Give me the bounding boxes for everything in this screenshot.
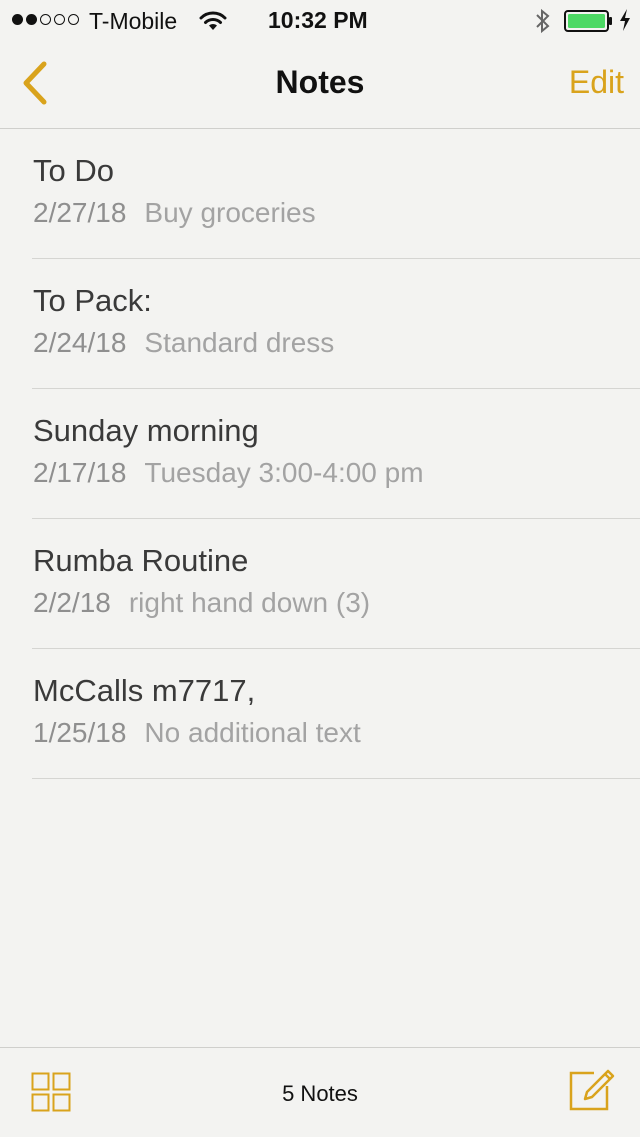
navigation-bar: Notes Edit bbox=[0, 40, 640, 129]
note-preview: No additional text bbox=[144, 717, 361, 748]
note-preview: Buy groceries bbox=[144, 197, 316, 228]
notes-list: To Do 2/27/18 Buy groceries To Pack: 2/24… bbox=[0, 129, 640, 779]
compose-button[interactable] bbox=[568, 1066, 618, 1112]
note-date: 2/17/18 bbox=[33, 457, 127, 488]
note-title: McCalls m7717, bbox=[33, 673, 256, 708]
signal-dot bbox=[68, 14, 79, 25]
charging-icon bbox=[618, 8, 632, 37]
note-preview: right hand down (3) bbox=[128, 587, 371, 618]
note-date: 2/24/18 bbox=[33, 327, 127, 358]
note-item[interactable]: McCalls m7717, 1/25/18 No additional text bbox=[32, 649, 640, 779]
note-title: To Pack: bbox=[33, 283, 152, 318]
bottom-toolbar: 5 Notes bbox=[0, 1047, 640, 1137]
note-meta: 2/2/18 right hand down (3) bbox=[33, 587, 370, 619]
bluetooth-icon bbox=[534, 7, 552, 40]
note-date: 2/27/18 bbox=[33, 197, 127, 228]
note-title: Rumba Routine bbox=[33, 543, 249, 578]
note-meta: 2/24/18 Standard dress bbox=[33, 327, 334, 359]
signal-dot bbox=[26, 14, 37, 25]
status-bar: T-Mobile 10:32 PM bbox=[0, 0, 640, 40]
carrier-name: T-Mobile bbox=[89, 8, 178, 34]
note-preview: Tuesday 3:00-4:00 pm bbox=[144, 457, 424, 488]
wifi-icon bbox=[199, 10, 227, 37]
note-meta: 1/25/18 No additional text bbox=[33, 717, 361, 749]
page-title: Notes bbox=[275, 64, 365, 100]
note-date: 1/25/18 bbox=[33, 717, 127, 748]
note-item[interactable]: To Pack: 2/24/18 Standard dress bbox=[32, 259, 640, 389]
signal-strength-icon bbox=[12, 14, 79, 25]
battery-icon bbox=[564, 10, 614, 37]
note-title: To Do bbox=[33, 153, 114, 188]
signal-dot bbox=[12, 14, 23, 25]
edit-button[interactable]: Edit bbox=[569, 64, 624, 101]
note-title: Sunday morning bbox=[33, 413, 259, 448]
note-meta: 2/27/18 Buy groceries bbox=[33, 197, 316, 229]
notes-count: 5 Notes bbox=[282, 1081, 358, 1106]
note-preview: Standard dress bbox=[144, 327, 335, 358]
note-date: 2/2/18 bbox=[33, 587, 111, 618]
note-item[interactable]: To Do 2/27/18 Buy groceries bbox=[32, 129, 640, 259]
clock-time: 10:32 PM bbox=[268, 7, 368, 33]
signal-dot bbox=[54, 14, 65, 25]
signal-dot bbox=[40, 14, 51, 25]
note-item[interactable]: Rumba Routine 2/2/18 right hand down (3) bbox=[32, 519, 640, 649]
compose-icon bbox=[569, 1069, 615, 1111]
note-meta: 2/17/18 Tuesday 3:00-4:00 pm bbox=[33, 457, 424, 489]
note-item[interactable]: Sunday morning 2/17/18 Tuesday 3:00-4:00 … bbox=[32, 389, 640, 519]
